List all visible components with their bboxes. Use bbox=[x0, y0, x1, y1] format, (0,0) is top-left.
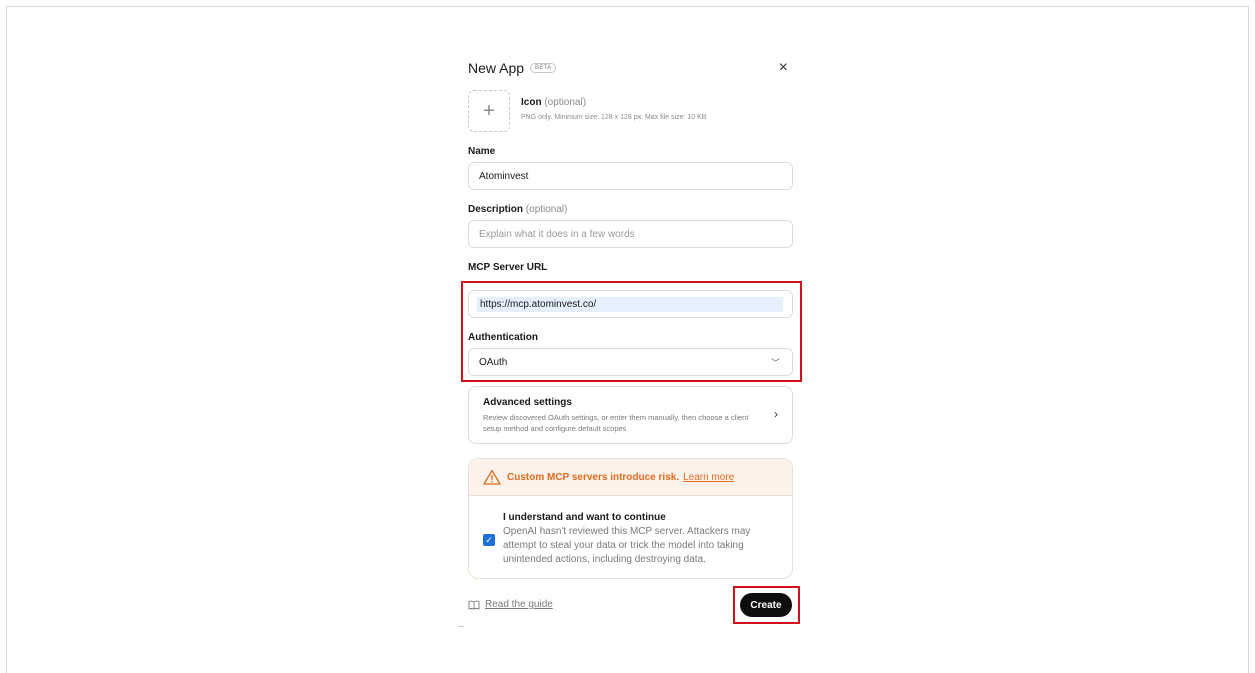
mcp-server-url-label: MCP Server URL bbox=[468, 262, 548, 273]
advanced-settings-card[interactable]: Advanced settings Review discovered OAut… bbox=[468, 386, 793, 444]
divider-mark bbox=[458, 626, 464, 627]
icon-hint: PNG only. Minimum size: 128 x 128 px. Ma… bbox=[521, 114, 707, 121]
learn-more-link[interactable]: Learn more bbox=[683, 472, 734, 483]
description-label: Description (optional) bbox=[468, 204, 568, 215]
read-guide-text: Read the guide bbox=[485, 599, 553, 610]
description-optional-text: (optional) bbox=[525, 204, 568, 215]
acknowledge-description: OpenAI hasn't reviewed this MCP server. … bbox=[503, 526, 751, 565]
icon-label-text: Icon bbox=[521, 97, 542, 108]
icon-upload-button[interactable]: + bbox=[468, 90, 510, 132]
authentication-select[interactable]: OAuth ﹀ bbox=[468, 348, 793, 376]
icon-upload-row: + Icon (optional) PNG only. Minimum size… bbox=[468, 90, 794, 132]
dialog-title: New App bbox=[468, 60, 525, 76]
icon-label: Icon (optional) bbox=[521, 97, 706, 108]
advanced-settings-description: Review discovered OAuth settings, or ent… bbox=[483, 413, 749, 433]
risk-warning-text: Custom MCP servers introduce risk. bbox=[507, 471, 680, 483]
book-icon bbox=[468, 600, 480, 610]
advanced-settings-title: Advanced settings bbox=[483, 397, 572, 408]
mcp-server-url-input[interactable]: https://mcp.atominvest.co/ bbox=[468, 290, 793, 318]
chevron-right-icon: › bbox=[774, 407, 778, 421]
risk-acknowledgement: ✓ I understand and want to continue Open… bbox=[469, 495, 792, 578]
close-icon[interactable]: × bbox=[779, 59, 788, 77]
dialog-header: New App BETA × bbox=[468, 58, 794, 78]
description-label-text: Description bbox=[468, 204, 524, 215]
chevron-down-icon: ﹀ bbox=[770, 358, 780, 368]
name-label: Name bbox=[468, 146, 496, 157]
authentication-label: Authentication bbox=[468, 332, 538, 343]
acknowledge-checkbox[interactable]: ✓ bbox=[483, 534, 495, 546]
beta-badge: BETA bbox=[530, 63, 557, 73]
icon-optional-text: (optional) bbox=[544, 97, 587, 108]
risk-warning-header: Custom MCP servers introduce risk. Learn… bbox=[469, 459, 792, 495]
acknowledge-title: I understand and want to continue bbox=[503, 512, 666, 523]
authentication-selected-value: OAuth bbox=[479, 357, 508, 368]
risk-warning-panel: Custom MCP servers introduce risk. Learn… bbox=[468, 458, 793, 579]
icon-upload-text: Icon (optional) PNG only. Minimum size: … bbox=[521, 97, 706, 121]
warning-triangle-icon bbox=[483, 469, 501, 485]
mcp-server-url-value: https://mcp.atominvest.co/ bbox=[477, 297, 783, 312]
plus-icon: + bbox=[483, 99, 495, 122]
check-icon: ✓ bbox=[485, 534, 493, 545]
description-input[interactable] bbox=[468, 220, 793, 248]
read-guide-link[interactable]: Read the guide bbox=[468, 599, 553, 610]
name-input[interactable] bbox=[468, 162, 793, 190]
create-button[interactable]: Create bbox=[740, 593, 792, 617]
